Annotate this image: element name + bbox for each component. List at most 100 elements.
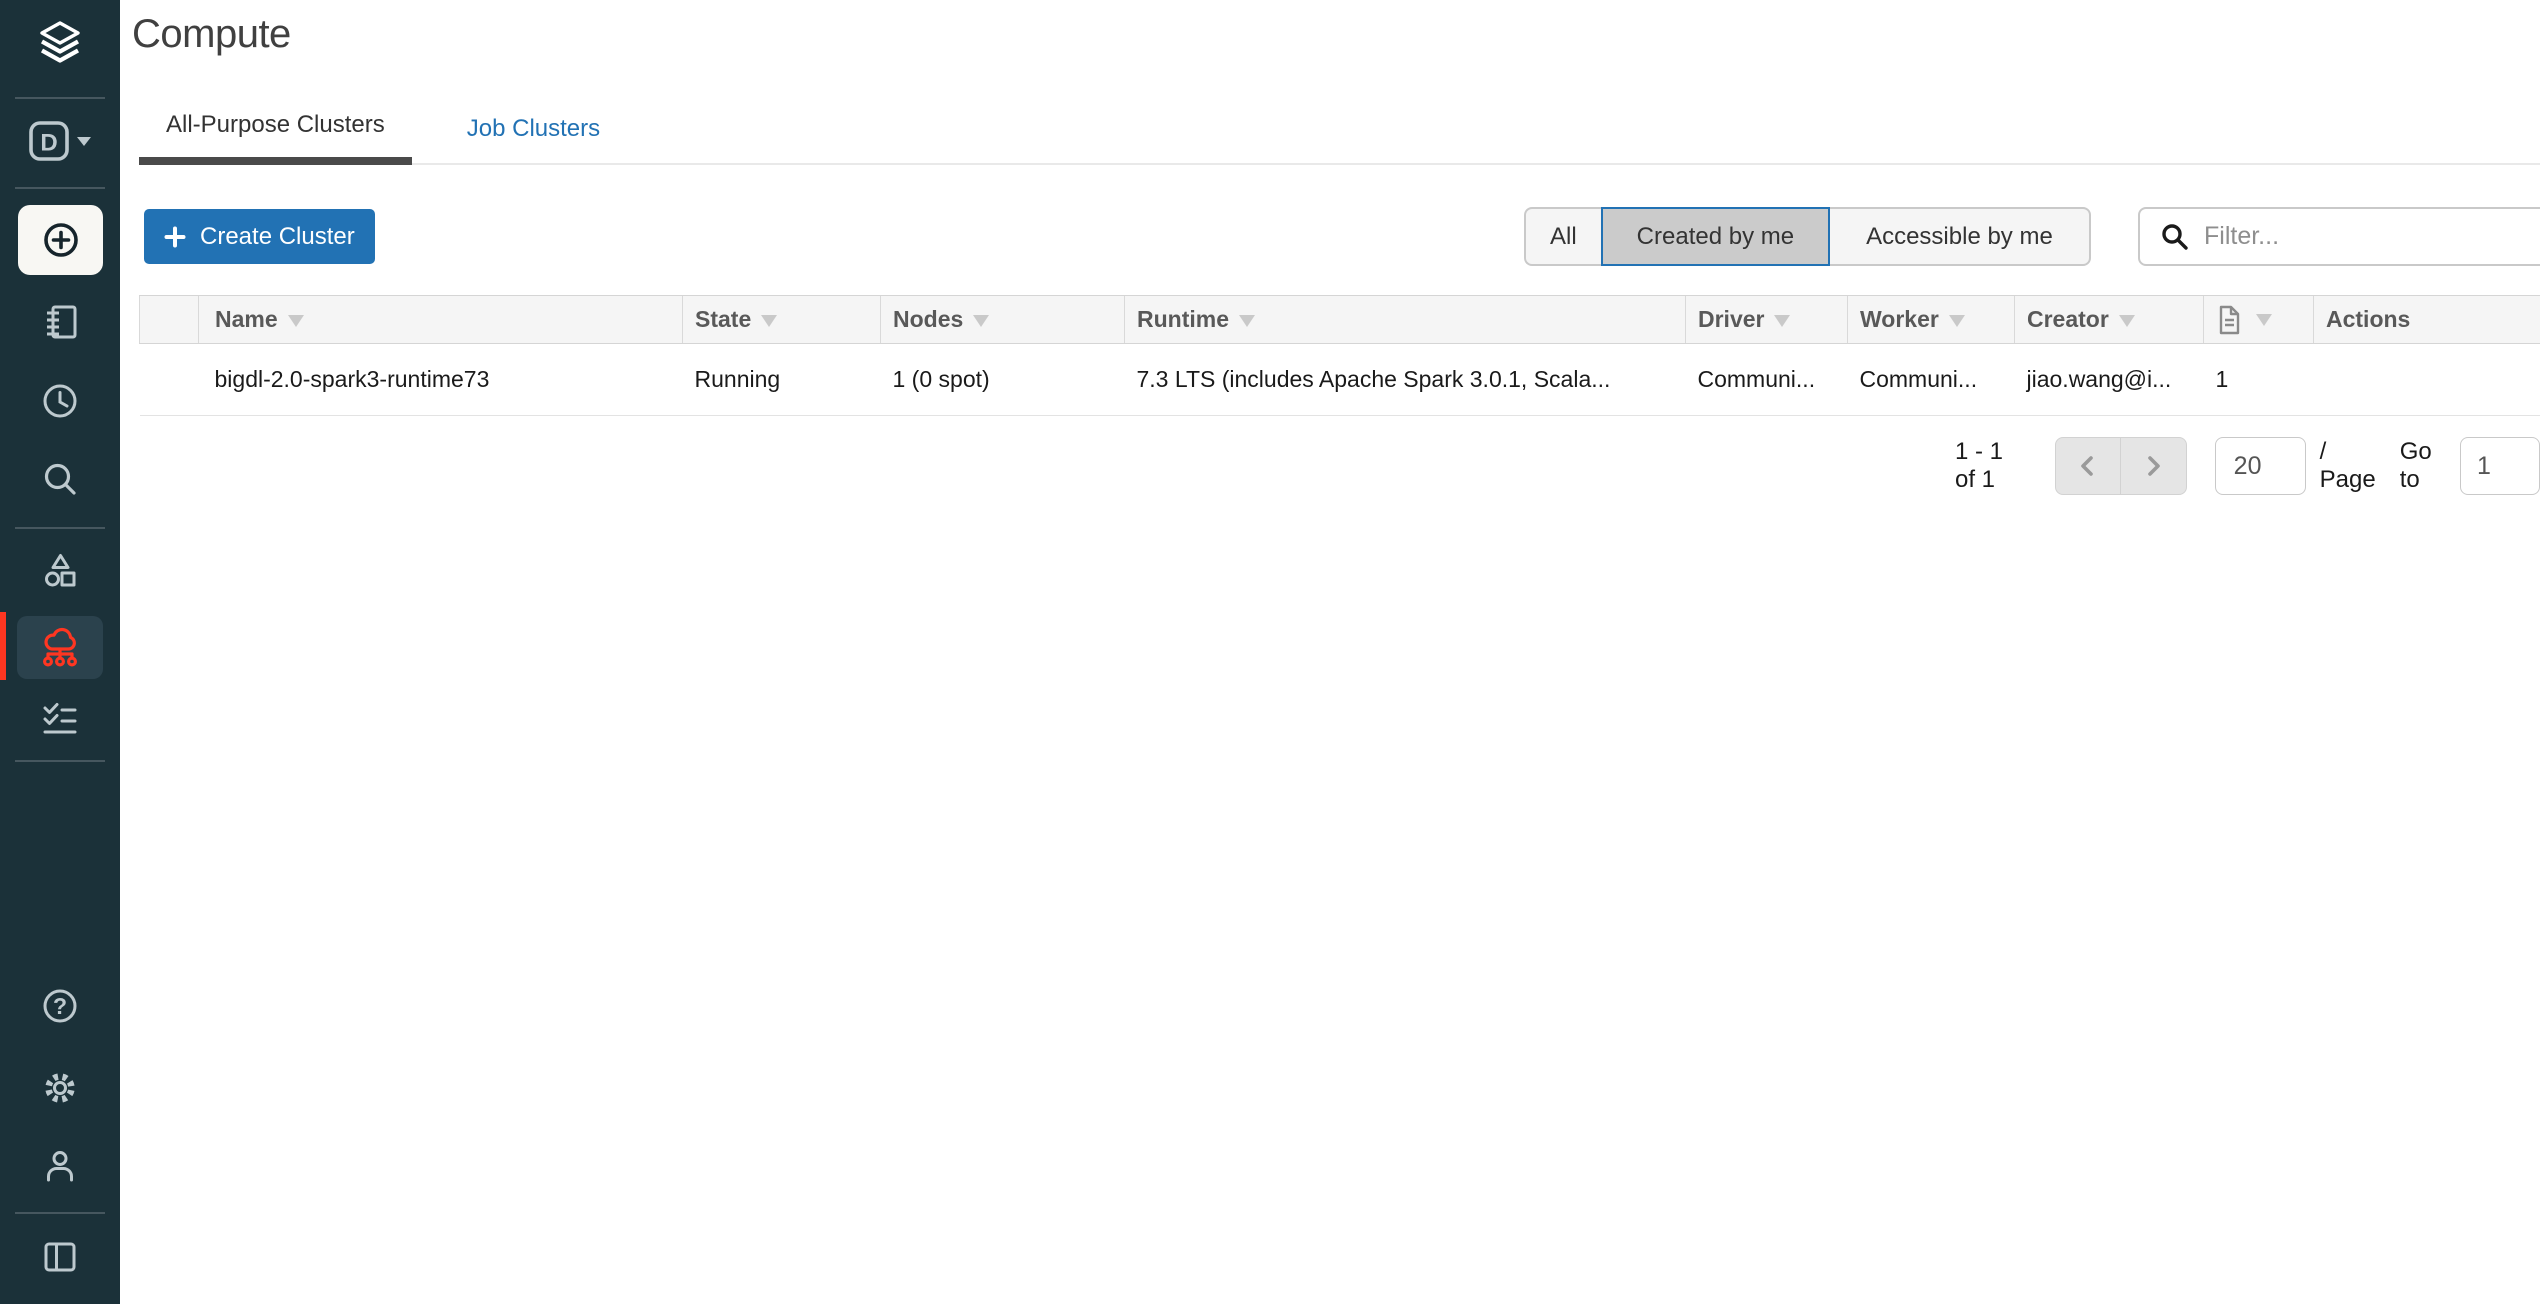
sidebar-item-jobs[interactable]: [0, 699, 120, 739]
column-creator[interactable]: Creator: [2015, 296, 2204, 344]
table-header-row: Name State Nodes Runtime Driver Worker C…: [140, 296, 2540, 344]
cluster-driver-cell: Communi...: [1686, 344, 1848, 416]
cluster-notebooks-cell: 1: [2204, 344, 2314, 416]
per-page-label: / Page: [2320, 438, 2376, 494]
tab-all-purpose-clusters[interactable]: All-Purpose Clusters: [139, 92, 412, 165]
pager-buttons: [2055, 437, 2187, 495]
sort-caret-icon: [2256, 314, 2272, 326]
notebook-icon: [40, 302, 80, 342]
sidebar-item-create-new[interactable]: [18, 205, 103, 275]
clock-icon: [40, 381, 80, 421]
filter-all-button[interactable]: All: [1524, 207, 1601, 266]
data-shapes-icon: [40, 551, 80, 591]
filter-label: Created by me: [1637, 223, 1794, 251]
column-worker[interactable]: Worker: [1848, 296, 2015, 344]
compute-page: D: [0, 0, 2540, 1304]
cluster-filter-segments: All Created by me Accessible by me: [1524, 207, 2091, 266]
compute-cluster-icon: [38, 627, 82, 669]
chevron-right-icon: [2139, 452, 2167, 480]
plus-icon: [164, 226, 186, 248]
user-icon: [40, 1146, 80, 1186]
checklist-icon: [40, 699, 80, 739]
column-actions: Actions: [2314, 296, 2540, 344]
sidebar-item-help[interactable]: ?: [0, 986, 120, 1026]
clusters-table: Name State Nodes Runtime Driver Worker C…: [139, 295, 2540, 416]
gear-icon: [40, 1068, 80, 1108]
page-size-input[interactable]: [2215, 437, 2306, 495]
column-driver[interactable]: Driver: [1686, 296, 1848, 344]
tab-bar: All-Purpose Clusters Job Clusters: [139, 92, 2540, 165]
collapse-panel-icon: [40, 1237, 80, 1277]
goto-page-input[interactable]: [2460, 437, 2540, 495]
create-cluster-button[interactable]: Create Cluster: [144, 209, 375, 264]
sidebar-item-settings[interactable]: [0, 1068, 120, 1108]
sidebar-item-collapse[interactable]: [0, 1237, 120, 1277]
column-notebooks[interactable]: [2204, 296, 2314, 344]
search-icon: [40, 459, 80, 499]
sidebar-item-data[interactable]: [0, 551, 120, 591]
sort-caret-icon: [1949, 315, 1965, 327]
notebooks-icon: [2216, 304, 2242, 336]
pagination-range: 1 - 1 of 1: [1955, 438, 2030, 494]
workspace-initial: D: [40, 130, 57, 157]
cluster-state-cell: Running: [683, 344, 881, 416]
column-label: Runtime: [1137, 306, 1229, 332]
sidebar-divider: [15, 187, 105, 189]
tab-job-clusters[interactable]: Job Clusters: [440, 92, 627, 165]
search-icon: [2160, 222, 2190, 252]
sort-caret-icon: [973, 315, 989, 327]
sidebar-divider: [15, 527, 105, 529]
cluster-runtime-cell: 7.3 LTS (includes Apache Spark 3.0.1, Sc…: [1125, 344, 1686, 416]
column-runtime[interactable]: Runtime: [1125, 296, 1686, 344]
goto-label: Go to: [2400, 438, 2446, 494]
cluster-actions-cell: [2314, 344, 2540, 416]
sidebar-item-compute[interactable]: [17, 616, 103, 679]
sort-caret-icon: [288, 315, 304, 327]
column-label: Creator: [2027, 306, 2109, 332]
filter-label: Accessible by me: [1866, 223, 2053, 251]
previous-page-button[interactable]: [2055, 437, 2121, 495]
sidebar-item-search[interactable]: [0, 459, 120, 499]
column-label: State: [695, 306, 751, 332]
chevron-left-icon: [2074, 452, 2102, 480]
column-label: Driver: [1698, 306, 1764, 332]
filter-input[interactable]: [2204, 222, 2534, 251]
sidebar-item-workspace[interactable]: [0, 302, 120, 342]
column-name[interactable]: Name: [199, 296, 683, 344]
filter-accessible-by-me-button[interactable]: Accessible by me: [1830, 207, 2091, 266]
next-page-button[interactable]: [2121, 437, 2187, 495]
page-title: Compute: [132, 12, 291, 57]
databricks-logo-icon[interactable]: [0, 16, 120, 72]
sidebar-divider: [15, 1212, 105, 1214]
sidebar-item-account[interactable]: [0, 1146, 120, 1186]
cluster-creator-cell: jiao.wang@i...: [2015, 344, 2204, 416]
column-label: Worker: [1860, 306, 1939, 332]
sidebar-divider: [15, 97, 105, 99]
column-state[interactable]: State: [683, 296, 881, 344]
cluster-nodes-cell: 1 (0 spot): [881, 344, 1125, 416]
filter-created-by-me-button[interactable]: Created by me: [1601, 207, 1830, 266]
column-label: Actions: [2326, 306, 2410, 332]
table-row[interactable]: bigdl-2.0-spark3-runtime73 Running 1 (0 …: [140, 344, 2540, 416]
sidebar: D: [0, 0, 120, 1304]
active-nav-indicator: [0, 612, 6, 680]
filter-search-box: [2138, 207, 2540, 266]
cluster-status-cell: [140, 344, 199, 416]
filter-label: All: [1550, 223, 1577, 251]
help-icon: ?: [40, 986, 80, 1026]
tab-label: All-Purpose Clusters: [166, 111, 385, 139]
cluster-name-cell[interactable]: bigdl-2.0-spark3-runtime73: [199, 344, 683, 416]
sidebar-item-recents[interactable]: [0, 381, 120, 421]
sort-caret-icon: [761, 315, 777, 327]
workspace-selector[interactable]: D: [0, 119, 120, 163]
column-nodes[interactable]: Nodes: [881, 296, 1125, 344]
column-status: [140, 296, 199, 344]
plus-circle-icon: [39, 218, 83, 262]
chevron-down-icon: [77, 137, 91, 146]
column-label: Name: [215, 306, 278, 332]
svg-text:?: ?: [53, 993, 67, 1019]
sort-caret-icon: [1239, 315, 1255, 327]
pagination-bar: 1 - 1 of 1 / Page Go to: [1955, 437, 2540, 495]
sort-caret-icon: [1774, 315, 1790, 327]
column-label: Nodes: [893, 306, 963, 332]
